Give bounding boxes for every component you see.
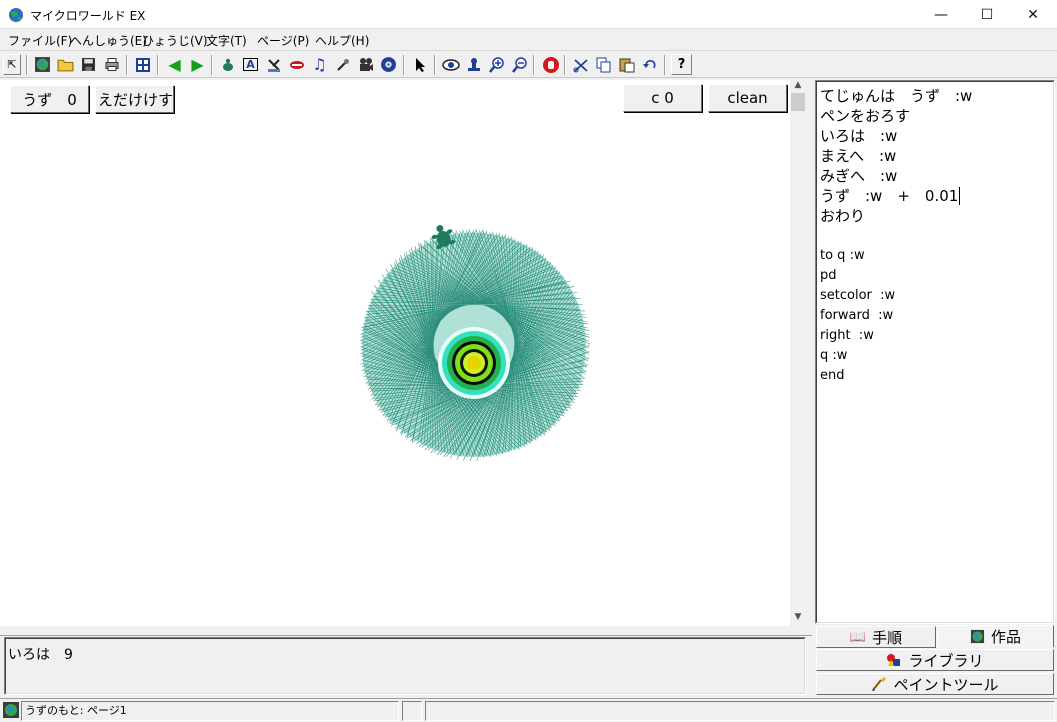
copy-icon[interactable]: [593, 54, 614, 75]
zoom-out-icon[interactable]: [509, 54, 530, 75]
title-bar: マイクロワールド EX — ☐ ✕: [0, 0, 1057, 29]
menu-text[interactable]: 文字(T): [204, 32, 249, 49]
drawing-canvas[interactable]: うず 0 えだけけす c 0 clean: [0, 80, 790, 626]
toolbar-separator: [434, 55, 436, 75]
stop-hand-icon[interactable]: [540, 54, 561, 75]
procedure-line[interactable]: to q :w: [820, 246, 1050, 266]
procedure-line[interactable]: まえへ :w: [820, 146, 1050, 166]
book-icon: 📖: [849, 629, 867, 645]
menu-view[interactable]: ひょうじ(V): [140, 32, 210, 49]
procedure-line[interactable]: setcolor :w: [820, 286, 1050, 306]
toolbar-separator: [564, 55, 566, 75]
tab-project[interactable]: 作品: [937, 625, 1054, 647]
zoom-in-icon[interactable]: [486, 54, 507, 75]
next-page-arrow-icon[interactable]: ▶: [187, 54, 208, 75]
turtle-icon[interactable]: [428, 222, 458, 252]
minimize-button[interactable]: —: [918, 0, 964, 29]
text-box-tool-icon[interactable]: A: [240, 54, 261, 75]
scroll-thumb[interactable]: [791, 93, 805, 111]
splitter[interactable]: [0, 626, 812, 636]
procedure-line[interactable]: forward :w: [820, 306, 1050, 326]
hatch-turtle-icon[interactable]: [217, 54, 238, 75]
page-sorter-icon[interactable]: [132, 54, 153, 75]
previous-page-arrow-icon[interactable]: ◀: [164, 54, 185, 75]
status-cell-empty: [402, 701, 422, 721]
paintbrush-icon: [872, 677, 887, 691]
status-cell-empty: [425, 701, 1055, 721]
project-globe-icon: [970, 629, 985, 644]
toolbar-separator: [26, 55, 28, 75]
procedures-pane[interactable]: てじゅんは うず :w ペンをおろす いろは :w まえへ :w みぎへ :w …: [815, 80, 1055, 624]
toolbar-separator: [157, 55, 159, 75]
toolbar: ⇱ ◀ ▶ A ♫ ?: [0, 52, 1057, 78]
procedure-line[interactable]: うず :w + 0.01: [820, 186, 1050, 206]
menu-page[interactable]: ページ(P): [255, 32, 311, 49]
toolbar-separator: [533, 55, 535, 75]
paste-icon[interactable]: [616, 54, 637, 75]
music-cd-icon[interactable]: [378, 54, 399, 75]
scissors-icon[interactable]: [570, 54, 591, 75]
scroll-down-arrow-icon[interactable]: ▼: [790, 612, 806, 626]
eye-icon[interactable]: [440, 54, 461, 75]
command-center[interactable]: いろは 9: [4, 637, 806, 695]
c-button[interactable]: c 0: [623, 84, 702, 112]
clean-button[interactable]: clean: [708, 84, 787, 112]
menu-file[interactable]: ファイル(F): [6, 32, 74, 49]
maximize-button[interactable]: ☐: [964, 0, 1010, 29]
open-folder-icon[interactable]: [55, 54, 76, 75]
menu-bar: ファイル(F) へんしゅう(E) ひょうじ(V) 文字(T) ページ(P) ヘル…: [0, 29, 1057, 51]
menu-edit[interactable]: へんしゅう(E): [68, 32, 149, 49]
maximize-icon: ☐: [980, 6, 994, 23]
help-question-icon[interactable]: ?: [671, 54, 692, 75]
toolbar-separator: [403, 55, 405, 75]
close-icon: ✕: [1027, 6, 1039, 23]
procedure-line[interactable]: q :w: [820, 346, 1050, 366]
status-globe-icon: [3, 702, 19, 718]
canvas-vertical-scrollbar[interactable]: ▲ ▼: [790, 80, 806, 626]
scroll-up-arrow-icon[interactable]: ▲: [790, 80, 806, 94]
tab-procedures[interactable]: 📖 手順: [816, 626, 936, 648]
procedure-line[interactable]: end: [820, 366, 1050, 386]
music-note-icon[interactable]: ♫: [309, 54, 330, 75]
close-button[interactable]: ✕: [1010, 0, 1056, 29]
save-disk-icon[interactable]: [78, 54, 99, 75]
slider-tool-icon[interactable]: [286, 54, 307, 75]
text-caret: [959, 187, 961, 205]
microphone-icon[interactable]: [332, 54, 353, 75]
minimize-icon: —: [934, 6, 948, 23]
pointer-small-icon[interactable]: ⇱: [3, 54, 21, 75]
microworlds-globe-icon: [9, 8, 23, 22]
tab-library[interactable]: ライブラリ: [816, 649, 1054, 671]
button-tool-icon[interactable]: [263, 54, 284, 75]
procedure-line[interactable]: おわり: [820, 206, 1050, 226]
toolbar-separator: [664, 55, 666, 75]
turtle-spiral-drawing: [359, 228, 591, 462]
selection-arrow-icon[interactable]: [409, 54, 430, 75]
menu-help[interactable]: ヘルプ(H): [313, 32, 371, 49]
print-icon[interactable]: [101, 54, 122, 75]
tab-paint-tools[interactable]: ペイントツール: [816, 673, 1054, 695]
new-project-globe-icon[interactable]: [32, 54, 53, 75]
toolbar-separator: [126, 55, 128, 75]
status-bar: うずのもと: ページ1: [0, 698, 1057, 722]
toolbar-separator: [211, 55, 213, 75]
window-title: マイクロワールド EX: [30, 9, 146, 23]
procedure-line[interactable]: みぎへ :w: [820, 166, 1050, 186]
uzu-button[interactable]: うず 0: [10, 85, 89, 113]
stamp-icon[interactable]: [463, 54, 484, 75]
procedure-line[interactable]: ペンをおろす: [820, 106, 1050, 126]
shapes-library-icon: [887, 654, 901, 666]
edakesu-button[interactable]: えだけけす: [95, 85, 174, 113]
status-page-name: うずのもと: ページ1: [21, 701, 399, 721]
procedure-line[interactable]: てじゅんは うず :w: [820, 86, 1050, 106]
procedure-line[interactable]: いろは :w: [820, 126, 1050, 146]
procedure-line[interactable]: pd: [820, 266, 1050, 286]
undo-icon[interactable]: [639, 54, 660, 75]
procedure-line[interactable]: right :w: [820, 326, 1050, 346]
video-camera-icon[interactable]: [355, 54, 376, 75]
procedure-line[interactable]: [820, 226, 1050, 246]
command-center-text[interactable]: いろは 9: [8, 647, 73, 663]
